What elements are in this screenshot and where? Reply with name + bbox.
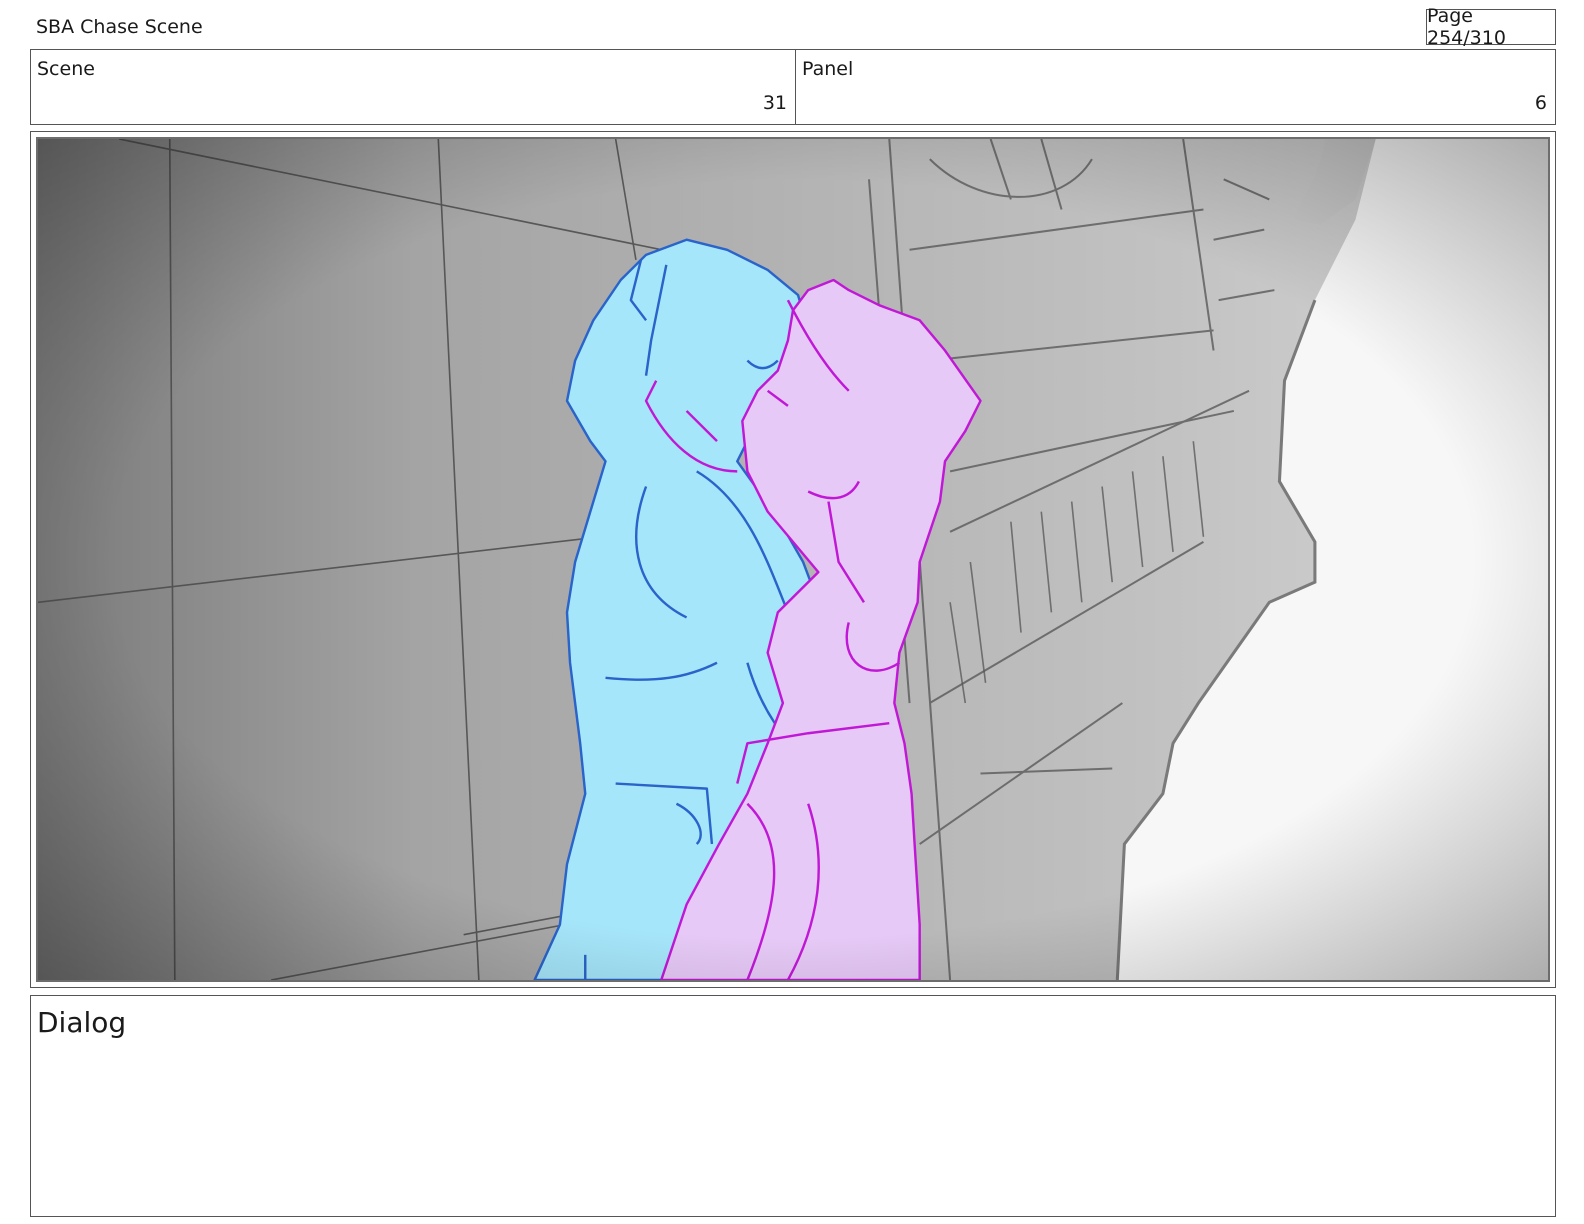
storyboard-image [36, 137, 1550, 982]
panel-label: Panel [802, 58, 854, 80]
scene-label: Scene [37, 58, 95, 80]
storyboard-image-frame [30, 131, 1556, 988]
page-indicator: Page 254/310 [1426, 5, 1556, 49]
scene-panel-info-row: Scene 31 Panel 6 [30, 49, 1556, 125]
scene-cell: Scene 31 [31, 50, 796, 124]
scene-number: 31 [762, 92, 787, 114]
dialog-box: Dialog [30, 995, 1556, 1217]
panel-number: 6 [1534, 92, 1547, 114]
project-title: SBA Chase Scene [36, 16, 203, 38]
panel-cell: Panel 6 [796, 50, 1555, 124]
dialog-label: Dialog [37, 1006, 127, 1039]
storyboard-drawing [38, 139, 1548, 980]
